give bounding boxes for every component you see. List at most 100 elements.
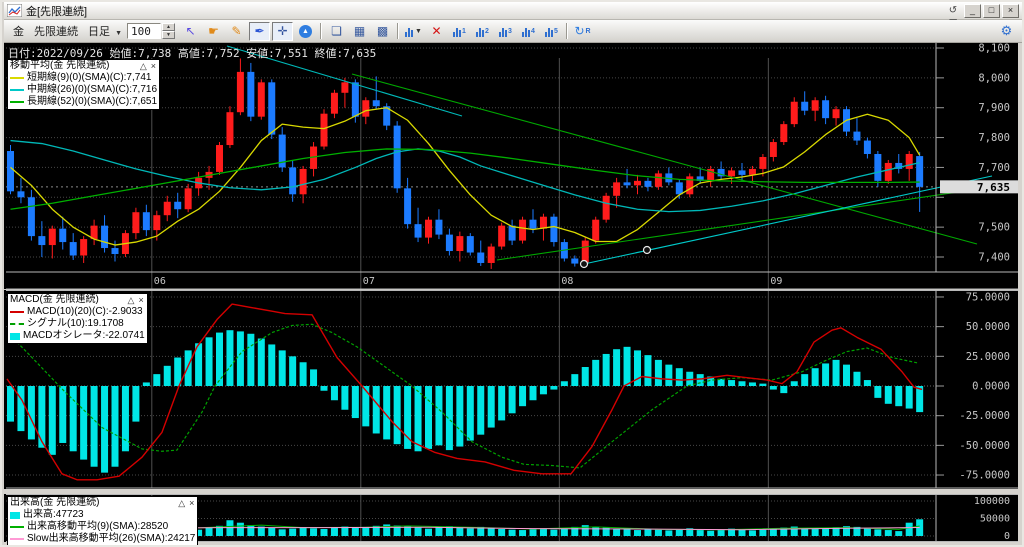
- legend-close-icon[interactable]: ×: [137, 294, 144, 306]
- new-chart-window-button[interactable]: ❏: [326, 22, 347, 41]
- candle: [341, 82, 349, 93]
- volume-bar: [592, 526, 600, 536]
- macd-histogram-bar: [884, 386, 892, 404]
- volume-bar: [539, 528, 547, 536]
- volume-bar: [330, 527, 338, 536]
- legend-swatch-icon: [10, 526, 24, 528]
- bar-chart-icon: [476, 26, 485, 37]
- current-price-tag: 7,635: [977, 181, 1010, 194]
- period-select[interactable]: 日足 ▼: [88, 23, 122, 39]
- volume-bar: [519, 530, 527, 536]
- volume-bar: [895, 531, 903, 536]
- macd-chart[interactable]: 75.0000 50.0000 25.0000 0.0000 -25.0000 -50.0…: [4, 290, 1018, 489]
- maximize-button[interactable]: □: [983, 3, 1000, 18]
- indicator-preset-5-button[interactable]: 5: [541, 22, 562, 41]
- indicator-preset-1-button[interactable]: 1: [449, 22, 470, 41]
- chevron-down-icon: ▼: [415, 27, 422, 35]
- candle: [832, 109, 840, 119]
- candle: [456, 236, 464, 252]
- history-icon[interactable]: ↺: [944, 4, 962, 18]
- volume-axis-label: 50000: [980, 514, 1010, 525]
- macd-axis-label: 50.0000: [966, 321, 1010, 333]
- macd-histogram-bar: [132, 386, 140, 422]
- macd-histogram-bar: [801, 374, 809, 386]
- volume-bar: [508, 529, 516, 536]
- price-axis-label: 7,700: [978, 162, 1010, 174]
- volume-bar: [456, 527, 464, 536]
- candle: [801, 101, 809, 111]
- legend-collapse-icon[interactable]: △: [127, 294, 136, 306]
- settings-wrench-icon[interactable]: ⚙: [996, 22, 1017, 41]
- legend-swatch-icon: [10, 323, 24, 325]
- legend-close-icon[interactable]: ×: [188, 497, 195, 509]
- trendline-tool[interactable]: ✎: [226, 22, 247, 41]
- price-axis-label: 7,800: [978, 132, 1010, 144]
- crosshair-tool[interactable]: ✛: [272, 21, 293, 41]
- macd-histogram-bar: [738, 381, 746, 386]
- macd-histogram-bar: [393, 386, 401, 445]
- macd-histogram-bar: [425, 386, 432, 449]
- candle: [289, 167, 297, 195]
- macd-histogram-bar: [153, 374, 161, 386]
- indicator-preset-3-button[interactable]: 3: [495, 22, 516, 41]
- macd-histogram-bar: [508, 386, 516, 414]
- indicator-menu-button[interactable]: ▼: [403, 22, 424, 41]
- volume-bar: [905, 522, 913, 536]
- indicator-preset-2-button[interactable]: 2: [472, 22, 493, 41]
- macd-histogram-bar: [498, 386, 506, 421]
- candle: [111, 248, 119, 255]
- legend-collapse-icon[interactable]: △: [177, 497, 186, 509]
- select-tool[interactable]: ↖: [180, 22, 201, 41]
- close-button[interactable]: ×: [1002, 3, 1019, 18]
- legend-swatch-icon: [10, 311, 24, 313]
- title-bar: 金[先限連続] ✎↺❐ _ □ ×: [4, 2, 1022, 30]
- candle: [153, 215, 161, 231]
- macd-histogram-bar: [121, 386, 129, 452]
- hand-tool[interactable]: ☛: [203, 22, 224, 41]
- trendline-icon: ✎: [231, 24, 242, 38]
- candle: [738, 170, 746, 175]
- minimize-button[interactable]: _: [964, 3, 981, 18]
- macd-histogram-bar: [560, 381, 568, 386]
- macd-histogram-bar: [581, 367, 589, 386]
- candle: [623, 182, 631, 186]
- legend-item: 出来高:47723: [10, 509, 195, 521]
- macd-histogram-bar: [602, 353, 610, 386]
- candle: [592, 219, 600, 241]
- pen-tool[interactable]: ✒: [249, 21, 270, 41]
- volume-bar: [435, 527, 443, 536]
- bars-count-input[interactable]: 100: [127, 23, 161, 39]
- spinner-down-button[interactable]: ▼: [162, 31, 175, 39]
- candle: [174, 201, 182, 210]
- macd-histogram-bar: [205, 337, 213, 386]
- candle: [351, 82, 359, 117]
- grid-layout-dense-button[interactable]: ▩: [372, 22, 393, 41]
- volume-bar: [623, 529, 631, 536]
- macd-histogram-bar: [780, 386, 788, 394]
- macd-legend: MACD(金 先限連続) △ × MACD(10)(20)(C):-2.9033…: [7, 293, 148, 344]
- volume-bar: [717, 529, 725, 536]
- macd-histogram-bar: [330, 386, 338, 401]
- macd-histogram-bar: [769, 386, 777, 390]
- legend-collapse-icon[interactable]: △: [139, 60, 148, 72]
- volume-bar: [320, 529, 328, 536]
- spinner-up-button[interactable]: ▲: [162, 23, 175, 31]
- jump-latest-button[interactable]: ▲: [295, 22, 316, 41]
- macd-legend-title: MACD(金 先限連続): [10, 294, 99, 305]
- new-chart-window-icon: ❏: [331, 24, 342, 38]
- candle: [519, 219, 527, 241]
- grid-layout-button[interactable]: ▦: [349, 22, 370, 41]
- macd-histogram-bar: [675, 368, 683, 386]
- macd-histogram-bar: [310, 369, 318, 386]
- app-icon: [7, 4, 22, 17]
- candle: [728, 170, 736, 177]
- legend-close-icon[interactable]: ×: [150, 60, 157, 72]
- pen-icon: ✒: [254, 24, 265, 38]
- candle: [247, 71, 255, 117]
- macd-histogram-bar: [623, 346, 631, 386]
- remove-indicator-button[interactable]: ✕: [426, 22, 447, 41]
- indicator-preset-4-button[interactable]: 4: [518, 22, 539, 41]
- reload-button[interactable]: ↻ R: [572, 22, 593, 41]
- window-title: 金[先限連続]: [26, 5, 88, 18]
- macd-histogram-bar: [916, 386, 924, 413]
